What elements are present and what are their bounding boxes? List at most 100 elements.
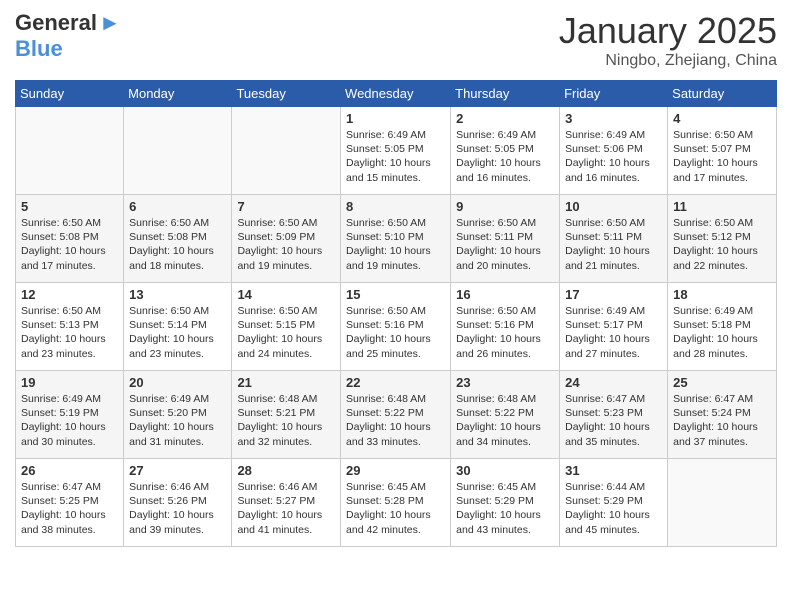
day-number: 9 (456, 199, 554, 214)
day-info: Sunrise: 6:50 AM Sunset: 5:09 PM Dayligh… (237, 216, 335, 273)
day-info: Sunrise: 6:50 AM Sunset: 5:11 PM Dayligh… (565, 216, 662, 273)
calendar-cell: 4 Sunrise: 6:50 AM Sunset: 5:07 PM Daylig… (668, 107, 777, 195)
calendar-cell: 22 Sunrise: 6:48 AM Sunset: 5:22 PM Dayli… (341, 371, 451, 459)
day-number: 24 (565, 375, 662, 390)
calendar-cell: 30Sunrise: 6:45 AM Sunset: 5:29 PM Dayli… (451, 459, 560, 547)
calendar-cell: 20 Sunrise: 6:49 AM Sunset: 5:20 PM Dayli… (124, 371, 232, 459)
day-number: 12 (21, 287, 118, 302)
weekday-header-sunday: Sunday (16, 81, 124, 107)
calendar-cell: 21Sunrise: 6:48 AM Sunset: 5:21 PM Dayli… (232, 371, 341, 459)
day-info: Sunrise: 6:50 AM Sunset: 5:15 PM Dayligh… (237, 304, 335, 361)
day-info: Sunrise: 6:50 AM Sunset: 5:16 PM Dayligh… (456, 304, 554, 361)
day-info: Sunrise: 6:46 AM Sunset: 5:26 PM Dayligh… (129, 480, 226, 537)
header: General ► Blue January 2025 Ningbo, Zhej… (15, 10, 777, 70)
calendar-cell: 1 Sunrise: 6:49 AM Sunset: 5:05 PM Daylig… (341, 107, 451, 195)
calendar-cell: 14 Sunrise: 6:50 AM Sunset: 5:15 PM Dayli… (232, 283, 341, 371)
day-info: Sunrise: 6:49 AM Sunset: 5:05 PM Dayligh… (456, 128, 554, 185)
calendar-cell: 10 Sunrise: 6:50 AM Sunset: 5:11 PM Dayli… (560, 195, 668, 283)
calendar-cell: 29 Sunrise: 6:45 AM Sunset: 5:28 PM Dayli… (341, 459, 451, 547)
calendar-table: SundayMondayTuesdayWednesdayThursdayFrid… (15, 80, 777, 547)
calendar-cell: 24Sunrise: 6:47 AM Sunset: 5:23 PM Dayli… (560, 371, 668, 459)
calendar-cell: 26 Sunrise: 6:47 AM Sunset: 5:25 PM Dayli… (16, 459, 124, 547)
day-number: 14 (237, 287, 335, 302)
day-number: 11 (673, 199, 771, 214)
day-number: 29 (346, 463, 445, 478)
calendar-cell: 19 Sunrise: 6:49 AM Sunset: 5:19 PM Dayli… (16, 371, 124, 459)
calendar-cell: 12 Sunrise: 6:50 AM Sunset: 5:13 PM Dayli… (16, 283, 124, 371)
day-number: 8 (346, 199, 445, 214)
day-info: Sunrise: 6:50 AM Sunset: 5:11 PM Dayligh… (456, 216, 554, 273)
weekday-header-monday: Monday (124, 81, 232, 107)
day-number: 30 (456, 463, 554, 478)
logo-general-text: General (15, 10, 97, 36)
calendar-cell: 8 Sunrise: 6:50 AM Sunset: 5:10 PM Daylig… (341, 195, 451, 283)
weekday-header-wednesday: Wednesday (341, 81, 451, 107)
day-info: Sunrise: 6:45 AM Sunset: 5:28 PM Dayligh… (346, 480, 445, 537)
day-number: 1 (346, 111, 445, 126)
day-info: Sunrise: 6:50 AM Sunset: 5:08 PM Dayligh… (21, 216, 118, 273)
week-row-1: 5 Sunrise: 6:50 AM Sunset: 5:08 PM Daylig… (16, 195, 777, 283)
day-number: 7 (237, 199, 335, 214)
day-number: 3 (565, 111, 662, 126)
day-info: Sunrise: 6:47 AM Sunset: 5:25 PM Dayligh… (21, 480, 118, 537)
calendar-title: January 2025 (559, 10, 777, 52)
day-info: Sunrise: 6:49 AM Sunset: 5:06 PM Dayligh… (565, 128, 662, 185)
day-number: 4 (673, 111, 771, 126)
day-number: 5 (21, 199, 118, 214)
calendar-cell: 5 Sunrise: 6:50 AM Sunset: 5:08 PM Daylig… (16, 195, 124, 283)
day-number: 21 (237, 375, 335, 390)
day-info: Sunrise: 6:49 AM Sunset: 5:05 PM Dayligh… (346, 128, 445, 185)
day-number: 27 (129, 463, 226, 478)
week-row-4: 26 Sunrise: 6:47 AM Sunset: 5:25 PM Dayli… (16, 459, 777, 547)
calendar-subtitle: Ningbo, Zhejiang, China (559, 52, 777, 70)
calendar-cell: 9 Sunrise: 6:50 AM Sunset: 5:11 PM Daylig… (451, 195, 560, 283)
calendar-cell: 25Sunrise: 6:47 AM Sunset: 5:24 PM Dayli… (668, 371, 777, 459)
calendar-cell: 28Sunrise: 6:46 AM Sunset: 5:27 PM Dayli… (232, 459, 341, 547)
title-block: January 2025 Ningbo, Zhejiang, China (559, 10, 777, 70)
day-number: 13 (129, 287, 226, 302)
day-info: Sunrise: 6:49 AM Sunset: 5:18 PM Dayligh… (673, 304, 771, 361)
weekday-header-friday: Friday (560, 81, 668, 107)
day-number: 25 (673, 375, 771, 390)
week-row-0: 1 Sunrise: 6:49 AM Sunset: 5:05 PM Daylig… (16, 107, 777, 195)
week-row-3: 19 Sunrise: 6:49 AM Sunset: 5:19 PM Dayli… (16, 371, 777, 459)
day-number: 28 (237, 463, 335, 478)
day-info: Sunrise: 6:49 AM Sunset: 5:20 PM Dayligh… (129, 392, 226, 449)
calendar-cell: 27 Sunrise: 6:46 AM Sunset: 5:26 PM Dayli… (124, 459, 232, 547)
week-row-2: 12 Sunrise: 6:50 AM Sunset: 5:13 PM Dayli… (16, 283, 777, 371)
day-number: 10 (565, 199, 662, 214)
day-number: 18 (673, 287, 771, 302)
day-info: Sunrise: 6:49 AM Sunset: 5:19 PM Dayligh… (21, 392, 118, 449)
day-number: 20 (129, 375, 226, 390)
calendar-cell: 7 Sunrise: 6:50 AM Sunset: 5:09 PM Daylig… (232, 195, 341, 283)
day-number: 22 (346, 375, 445, 390)
calendar-cell (124, 107, 232, 195)
weekday-header-row: SundayMondayTuesdayWednesdayThursdayFrid… (16, 81, 777, 107)
weekday-header-saturday: Saturday (668, 81, 777, 107)
day-number: 16 (456, 287, 554, 302)
day-info: Sunrise: 6:50 AM Sunset: 5:14 PM Dayligh… (129, 304, 226, 361)
day-info: Sunrise: 6:50 AM Sunset: 5:07 PM Dayligh… (673, 128, 771, 185)
day-number: 15 (346, 287, 445, 302)
page: General ► Blue January 2025 Ningbo, Zhej… (0, 0, 792, 557)
logo: General ► Blue (15, 10, 121, 62)
day-number: 2 (456, 111, 554, 126)
day-number: 23 (456, 375, 554, 390)
calendar-cell: 23Sunrise: 6:48 AM Sunset: 5:22 PM Dayli… (451, 371, 560, 459)
day-info: Sunrise: 6:49 AM Sunset: 5:17 PM Dayligh… (565, 304, 662, 361)
day-info: Sunrise: 6:48 AM Sunset: 5:22 PM Dayligh… (346, 392, 445, 449)
day-info: Sunrise: 6:44 AM Sunset: 5:29 PM Dayligh… (565, 480, 662, 537)
day-number: 6 (129, 199, 226, 214)
day-number: 19 (21, 375, 118, 390)
calendar-cell: 18 Sunrise: 6:49 AM Sunset: 5:18 PM Dayli… (668, 283, 777, 371)
calendar-cell (16, 107, 124, 195)
day-number: 26 (21, 463, 118, 478)
calendar-cell: 16 Sunrise: 6:50 AM Sunset: 5:16 PM Dayli… (451, 283, 560, 371)
day-info: Sunrise: 6:50 AM Sunset: 5:10 PM Dayligh… (346, 216, 445, 273)
calendar-cell: 15 Sunrise: 6:50 AM Sunset: 5:16 PM Dayli… (341, 283, 451, 371)
day-info: Sunrise: 6:50 AM Sunset: 5:08 PM Dayligh… (129, 216, 226, 273)
weekday-header-thursday: Thursday (451, 81, 560, 107)
weekday-header-tuesday: Tuesday (232, 81, 341, 107)
day-info: Sunrise: 6:50 AM Sunset: 5:16 PM Dayligh… (346, 304, 445, 361)
day-info: Sunrise: 6:50 AM Sunset: 5:13 PM Dayligh… (21, 304, 118, 361)
